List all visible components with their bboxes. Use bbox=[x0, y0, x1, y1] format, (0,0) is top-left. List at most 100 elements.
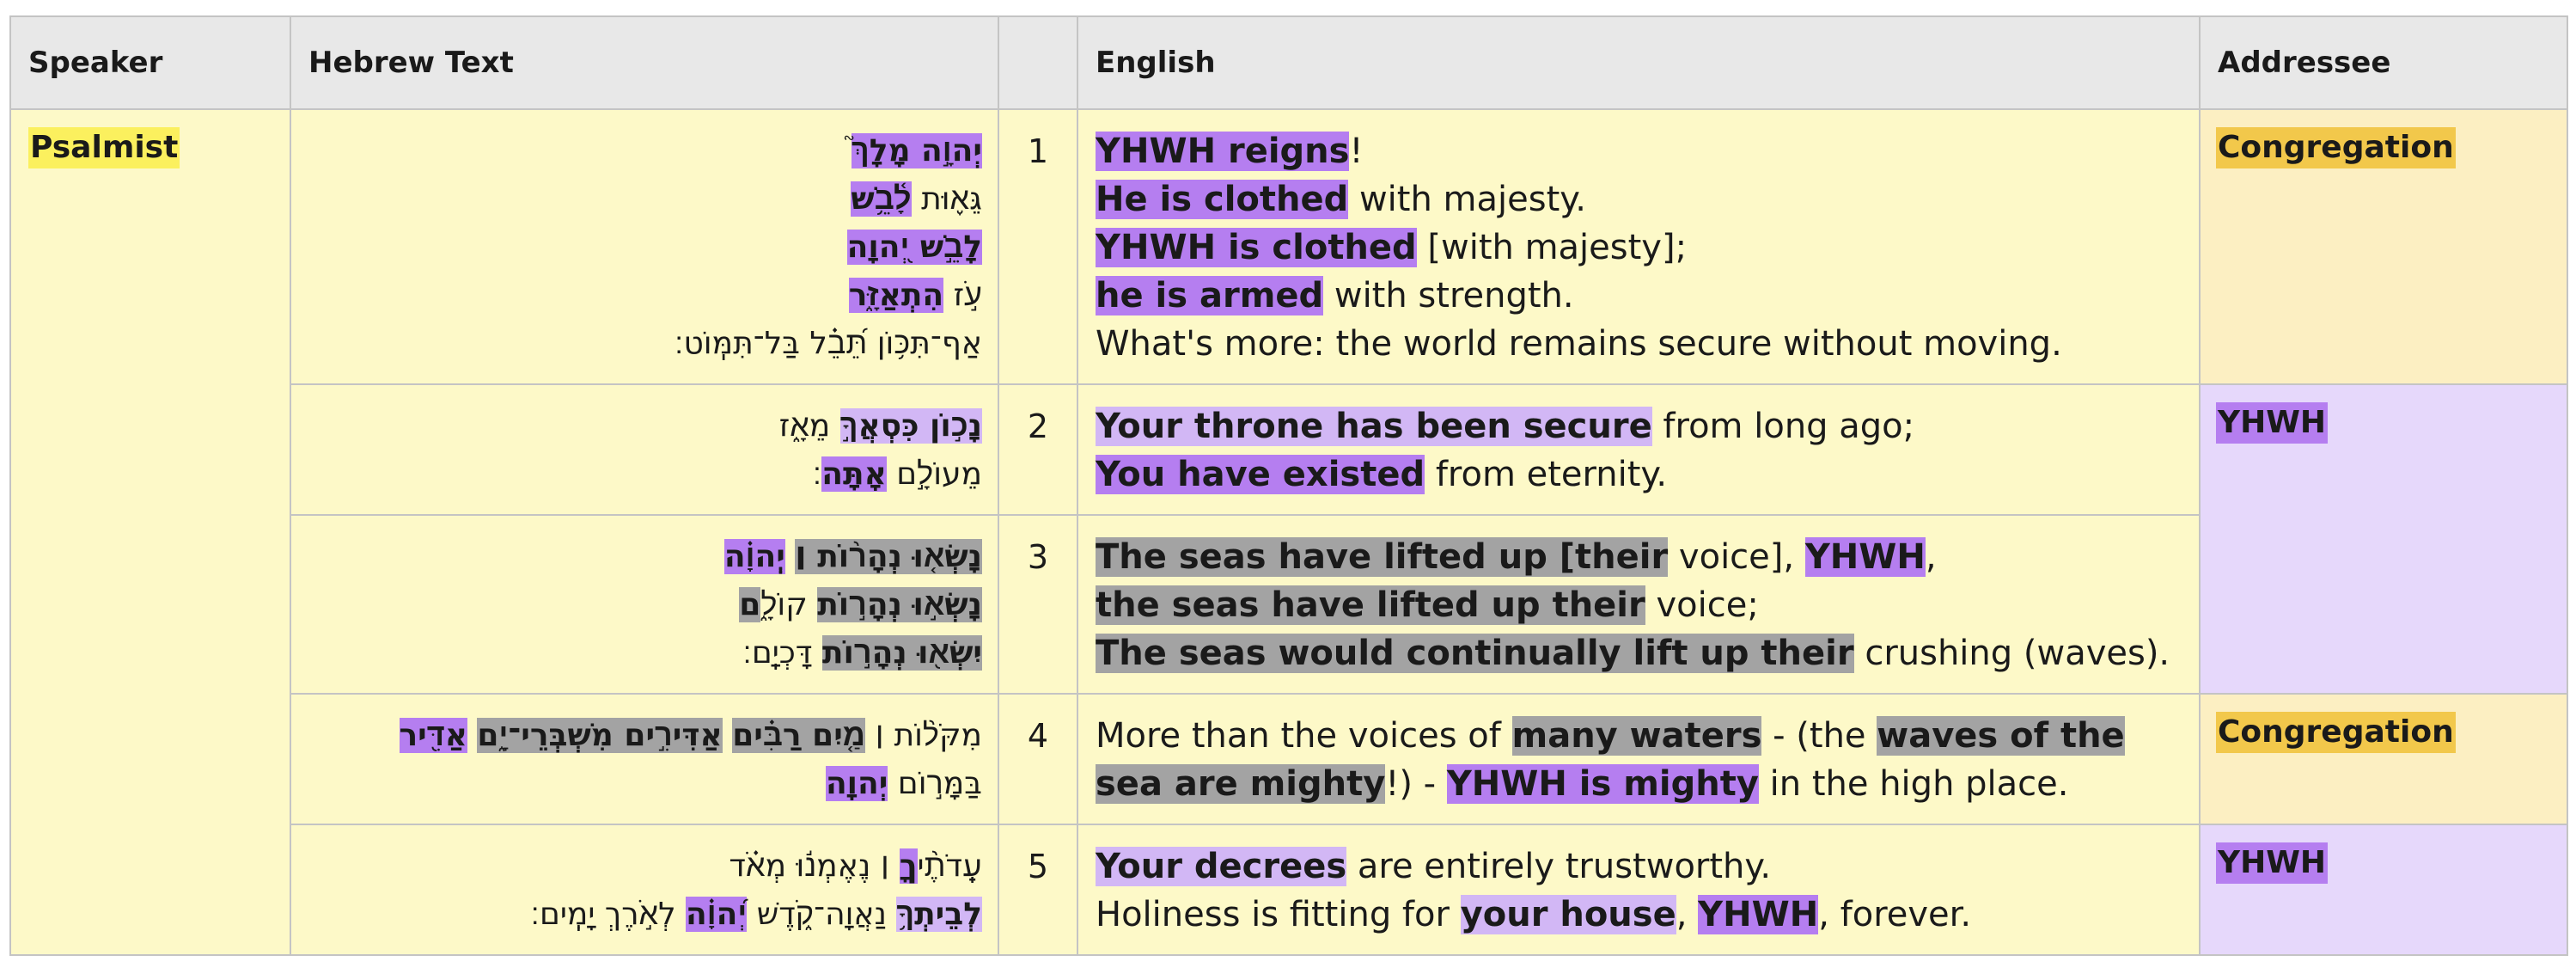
text-segment: ! bbox=[1349, 132, 1364, 171]
text-segment bbox=[723, 718, 732, 753]
english-cell: The seas have lifted up [their voice], Y… bbox=[1077, 514, 2201, 695]
addressee-tag: Congregation bbox=[2216, 127, 2456, 168]
highlighted-phrase: The seas would continually lift up their bbox=[1096, 634, 1854, 673]
highlighted-phrase: the seas have lifted up their bbox=[1096, 585, 1645, 625]
highlighted-phrase: יְֽהוָ֗ה bbox=[723, 539, 785, 574]
addressee-cell: YHWH bbox=[2199, 824, 2568, 956]
highlighted-phrase: נָכ֣וֹן כִּסְאֲךָ֣ bbox=[839, 408, 982, 444]
hebrew-line: נָשְׂא֤וּ נְהָר֨וֹת ׀ יְֽהוָ֗ה bbox=[307, 533, 982, 581]
highlighted-phrase: יִשְׂא֖וּ נְהָר֣וֹת bbox=[821, 635, 982, 671]
highlighted-phrase: He is clothed bbox=[1096, 180, 1349, 219]
text-segment: , forever. bbox=[1818, 895, 1972, 934]
addressee-tag: YHWH bbox=[2216, 402, 2329, 444]
highlighted-phrase: יְהוָֽה bbox=[825, 766, 888, 801]
text-segment: are entirely trustworthy. bbox=[1346, 847, 1772, 886]
hebrew-line: יְהוָ֣ה מָלָךְ֮ bbox=[307, 127, 982, 175]
highlighted-phrase: אַדִּירִ֣ים מִשְׁבְּרֵי־יָ֑ם bbox=[477, 718, 723, 753]
table-row: נָכ֣וֹן כִּסְאֲךָ֣ מֵאָ֑ז מֵעוֹלָ֣ם אָֽתָ… bbox=[10, 383, 2568, 695]
hebrew-cell: נָכ֣וֹן כִּסְאֲךָ֣ מֵאָ֑ז מֵעוֹלָ֣ם אָֽתָ… bbox=[290, 383, 999, 516]
highlighted-phrase: אָֽתָּה bbox=[821, 456, 887, 492]
psalm-table: Speaker Hebrew Text English Addressee Ps… bbox=[9, 15, 2568, 956]
highlighted-phrase: נָשְׂא֤וּ נְהָר֨וֹת ׀ bbox=[795, 539, 982, 574]
highlighted-phrase: You have existed bbox=[1096, 455, 1425, 494]
addressee-cell: Congregation bbox=[2199, 693, 2568, 825]
text-segment: , bbox=[1925, 537, 1937, 577]
english-cell: YHWH reigns! He is clothed with majesty. Y… bbox=[1077, 108, 2201, 385]
english-line: You have existed from eternity. bbox=[1096, 450, 2182, 499]
highlighted-phrase: יְ֝הוָ֗ה bbox=[686, 897, 748, 932]
english-cell: Your throne has been secure from long ag… bbox=[1077, 383, 2201, 516]
english-line: What's more: the world remains secure wi… bbox=[1096, 320, 2182, 368]
speaker-tag: Psalmist bbox=[28, 127, 180, 168]
addressee-tag: YHWH bbox=[2216, 842, 2329, 884]
english-line: The seas have lifted up [their voice], Y… bbox=[1096, 533, 2182, 581]
addressee-cell: YHWH bbox=[2199, 383, 2568, 695]
text-segment: נַאֲוָה־קֹ֑דֶשׁ bbox=[747, 897, 897, 932]
highlighted-phrase: Your decrees bbox=[1096, 847, 1347, 886]
text-segment: עֵֽדֹתֶ֨י bbox=[917, 848, 982, 884]
text-segment: What's more: the world remains secure wi… bbox=[1096, 324, 2062, 364]
verse-number: 2 bbox=[998, 383, 1078, 516]
text-segment: ׃ bbox=[812, 456, 822, 492]
english-line: The seas would continually lift up their… bbox=[1096, 629, 2182, 677]
english-line: YHWH reigns! bbox=[1096, 127, 2182, 175]
addressee-tag: Congregation bbox=[2216, 712, 2456, 753]
hebrew-line: לְבֵיתְךָ֥ נַאֲוָה־קֹ֑דֶשׁ יְ֝הוָ֗ה לְאֹ… bbox=[307, 891, 982, 939]
text-segment: מֵעוֹלָ֣ם bbox=[886, 456, 982, 492]
hebrew-cell: יְהוָ֣ה מָלָךְ֮ גֵּא֪וּת לָ֫בֵ֥שׁ לָבֵ֣שׁ … bbox=[290, 108, 999, 385]
text-segment: crushing (waves). bbox=[1853, 634, 2170, 673]
hebrew-line: נָשְׂא֣וּ נְהָר֣וֹת קוֹלָ֑ם bbox=[307, 581, 982, 629]
highlighted-phrase: ךָ bbox=[899, 848, 918, 884]
text-segment: ׀ נֶאֶמְנ֬וּ מְאֹ֗ד bbox=[729, 848, 900, 884]
text-segment: מֵאָ֑ז bbox=[778, 408, 840, 444]
highlighted-phrase: יְהוָ֣ה מָלָךְ֮ bbox=[851, 133, 982, 168]
table-row: Psalmist יְהוָ֣ה מָלָךְ֮ גֵּא֪וּת לָ֫בֵ֥ש… bbox=[9, 108, 2568, 956]
english-cell: More than the voices of many waters - (t… bbox=[1077, 693, 2201, 825]
highlighted-phrase: The seas have lifted up [their bbox=[1096, 537, 1669, 577]
header-speaker: Speaker bbox=[9, 15, 291, 110]
english-line: the seas have lifted up their voice; bbox=[1096, 581, 2182, 629]
header-verse-number bbox=[998, 15, 1078, 110]
highlighted-phrase: לָ֫בֵ֥שׁ bbox=[851, 181, 912, 217]
text-segment: , bbox=[1676, 895, 1699, 934]
highlighted-phrase: Your throne has been secure bbox=[1096, 407, 1652, 446]
english-line: he is armed with strength. bbox=[1096, 272, 2182, 320]
highlighted-phrase: he is armed bbox=[1096, 276, 1324, 315]
english-cell: Your decrees are entirely trustworthy. Ho… bbox=[1077, 824, 2201, 956]
highlighted-phrase: הִתְאַזָּ֑ר bbox=[848, 278, 944, 313]
hebrew-line: יִשְׂא֖וּ נְהָר֣וֹת דָּכְיָֽם׃ bbox=[307, 629, 982, 677]
highlighted-phrase: YHWH bbox=[1804, 537, 1926, 577]
speaker-cell: Psalmist bbox=[9, 108, 291, 956]
highlighted-phrase: YHWH reigns bbox=[1096, 132, 1350, 171]
text-segment: !) - bbox=[1385, 764, 1447, 804]
english-line: Your decrees are entirely trustworthy. bbox=[1096, 842, 2182, 891]
text-segment: voice; bbox=[1645, 585, 1759, 625]
header-row: Speaker Hebrew Text English Addressee bbox=[9, 15, 2568, 110]
highlighted-phrase: many waters bbox=[1511, 716, 1762, 756]
hebrew-cell: נָשְׂא֤וּ נְהָר֨וֹת ׀ יְֽהוָ֗ה נָשְׂא֣וּ … bbox=[290, 514, 999, 695]
english-line: YHWH is clothed [with majesty]; bbox=[1096, 224, 2182, 272]
text-segment: with strength. bbox=[1323, 276, 1574, 315]
text-segment: Holiness is fitting for bbox=[1096, 895, 1461, 934]
header-addressee: Addressee bbox=[2199, 15, 2568, 110]
text-segment: voice], bbox=[1668, 537, 1805, 577]
text-segment: גֵּא֪וּת bbox=[911, 181, 982, 217]
text-segment: with majesty. bbox=[1348, 180, 1586, 219]
highlighted-phrase: YHWH is mighty bbox=[1446, 764, 1759, 804]
text-segment: מִקֹּל֨וֹת ׀ bbox=[864, 718, 982, 753]
highlighted-phrase: YHWH bbox=[1698, 895, 1819, 934]
highlighted-phrase: your house bbox=[1460, 895, 1676, 934]
hebrew-line: אַף־תִּכּ֥וֹן תֵּ֝בֵ֗ל בַּל־תִּמּֽוֹט׃ bbox=[307, 320, 982, 368]
english-line: He is clothed with majesty. bbox=[1096, 175, 2182, 224]
text-segment: More than the voices of bbox=[1096, 716, 1512, 756]
text-segment: דָּכְיָֽם׃ bbox=[742, 635, 822, 671]
highlighted-phrase: מַ֤יִם רַבִּ֗ים bbox=[732, 718, 865, 753]
highlighted-phrase: אַדִּ֖יר bbox=[399, 718, 467, 753]
hebrew-line: מִקֹּל֨וֹת ׀ מַ֤יִם רַבִּ֗ים אַדִּירִ֣ים… bbox=[307, 712, 982, 760]
english-line: Your throne has been secure from long ag… bbox=[1096, 402, 2182, 450]
hebrew-line: גֵּא֪וּת לָ֫בֵ֥שׁ bbox=[307, 175, 982, 224]
hebrew-line: עֵֽדֹתֶ֨יךָ ׀ נֶאֶמְנ֬וּ מְאֹ֗ד bbox=[307, 842, 982, 891]
english-line: More than the voices of many waters - (t… bbox=[1096, 712, 2182, 808]
text-segment bbox=[467, 718, 477, 753]
highlighted-phrase: YHWH is clothed bbox=[1096, 228, 1417, 267]
